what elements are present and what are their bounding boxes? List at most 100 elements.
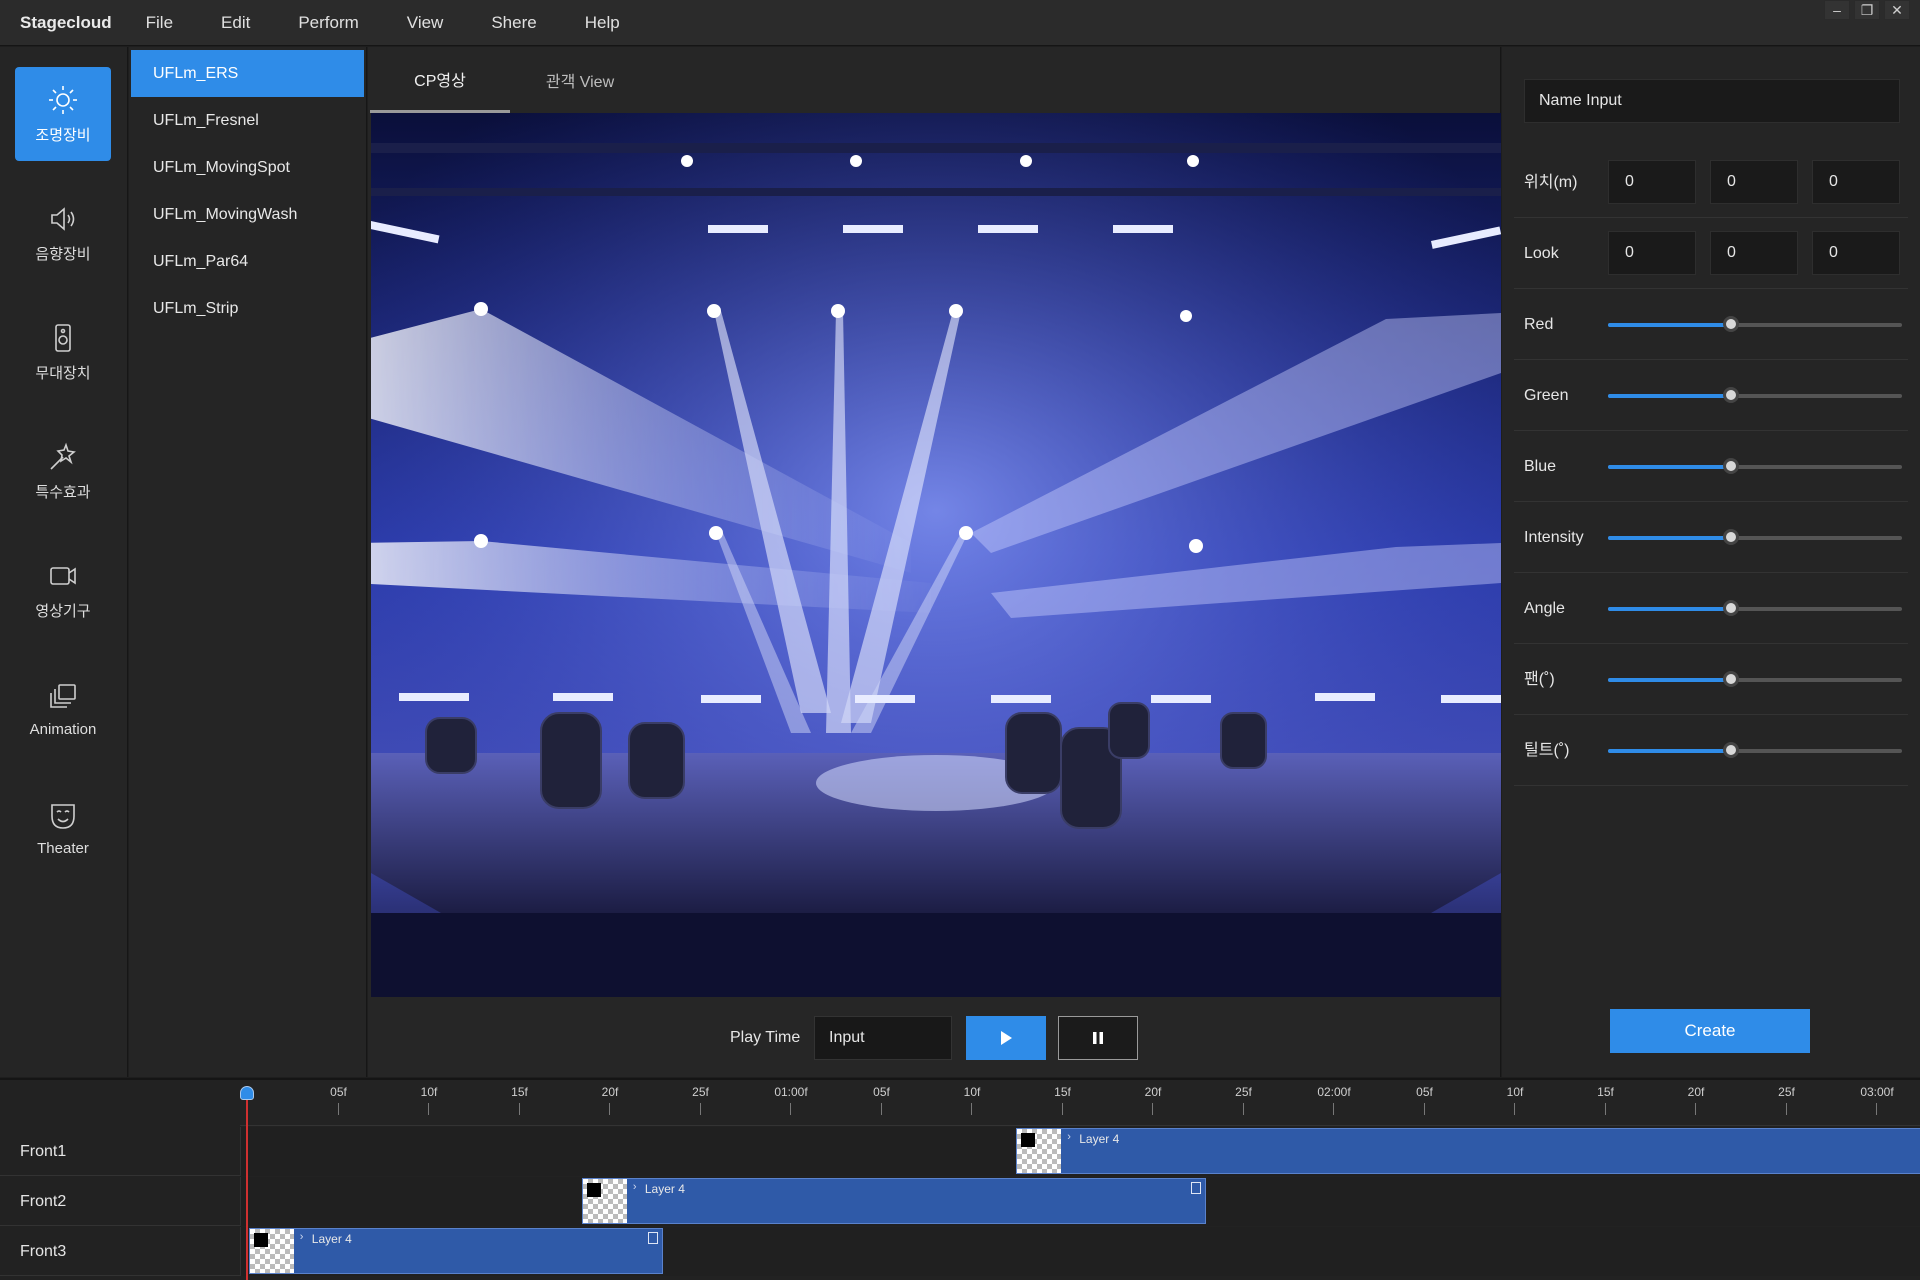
clip-thumbnail bbox=[582, 1179, 627, 1223]
clip-thumbnail bbox=[1017, 1129, 1062, 1173]
restore-icon[interactable]: ❐ bbox=[1854, 0, 1880, 20]
tilt-label: 틸트(˚) bbox=[1524, 742, 1570, 759]
track-name: Front2 bbox=[20, 1193, 67, 1210]
menu-help[interactable]: Help bbox=[585, 13, 620, 33]
minimize-icon[interactable]: – bbox=[1824, 0, 1850, 20]
sidebar-item-special-effects[interactable]: 특수효과 bbox=[15, 424, 111, 518]
menu-share[interactable]: Shere bbox=[491, 13, 536, 33]
position-z-input[interactable] bbox=[1812, 160, 1900, 204]
sidebar-item-stage-device[interactable]: 무대장치 bbox=[15, 305, 111, 399]
play-button[interactable] bbox=[966, 1016, 1046, 1060]
track-front2: Front2 › Layer 4 bbox=[0, 1177, 1920, 1226]
ruler-tick-line bbox=[609, 1103, 610, 1115]
ruler-tick-label: 01:00f bbox=[774, 1085, 808, 1099]
sidebar-item-lighting[interactable]: 조명장비 bbox=[15, 67, 111, 161]
slider-knob[interactable] bbox=[1723, 387, 1740, 403]
pause-icon bbox=[1093, 1032, 1103, 1044]
slider-knob[interactable] bbox=[1723, 600, 1740, 616]
sidebar-item-animation[interactable]: Animation bbox=[15, 662, 111, 756]
fixture-item-movingspot[interactable]: UFLm_MovingSpot bbox=[131, 144, 364, 191]
timeline-clip[interactable]: › Layer 4 bbox=[1016, 1128, 1920, 1174]
chevron-right-icon[interactable]: › bbox=[633, 1181, 637, 1193]
playback-bar: Play Time bbox=[368, 997, 1501, 1077]
tab-audience-view[interactable]: 관객 View bbox=[510, 47, 650, 113]
chevron-right-icon[interactable]: › bbox=[300, 1231, 304, 1243]
tab-cp-video[interactable]: CP영상 bbox=[370, 47, 510, 113]
slider-knob[interactable] bbox=[1723, 742, 1740, 758]
category-sidebar: 조명장비 음향장비 무대장치 특수효과 영상기구 Animation Theat… bbox=[0, 47, 128, 1077]
clip-end-handle[interactable] bbox=[1191, 1182, 1202, 1194]
menu-file[interactable]: File bbox=[146, 13, 173, 33]
angle-slider[interactable] bbox=[1608, 600, 1902, 616]
name-input[interactable] bbox=[1524, 79, 1900, 123]
magic-wand-icon bbox=[50, 442, 76, 470]
play-time-label: Play Time bbox=[730, 1029, 801, 1046]
track-area[interactable]: › Layer 4 bbox=[240, 1177, 1920, 1226]
ruler-tick-label: 10f bbox=[420, 1085, 438, 1099]
menu-view[interactable]: View bbox=[407, 13, 444, 33]
sidebar-item-sound[interactable]: 음향장비 bbox=[15, 186, 111, 280]
slider-knob[interactable] bbox=[1723, 458, 1740, 474]
ruler-tick-line bbox=[1876, 1103, 1877, 1115]
tilt-slider[interactable] bbox=[1608, 742, 1902, 758]
red-slider[interactable] bbox=[1608, 316, 1902, 332]
menu-perform[interactable]: Perform bbox=[298, 13, 358, 33]
intensity-slider[interactable] bbox=[1608, 529, 1902, 545]
ruler-tick-label: 20f bbox=[601, 1085, 619, 1099]
stage-preview[interactable] bbox=[371, 113, 1501, 997]
blue-slider[interactable] bbox=[1608, 458, 1902, 474]
menu-edit[interactable]: Edit bbox=[221, 13, 250, 33]
look-x-input[interactable] bbox=[1608, 231, 1696, 275]
ruler-tick-label: 05f bbox=[330, 1085, 347, 1099]
theater-mask-icon bbox=[51, 803, 75, 829]
ruler-tick-label: 05f bbox=[873, 1085, 890, 1099]
timeline-ruler[interactable]: 05f 10f 15f 20f 25f 01:00f 05f 10f 15f 20f 25f 02:0… bbox=[240, 1080, 1920, 1126]
play-time-input[interactable] bbox=[814, 1016, 952, 1060]
create-button[interactable]: Create bbox=[1610, 1009, 1810, 1053]
position-x-input[interactable] bbox=[1608, 160, 1696, 204]
slider-knob[interactable] bbox=[1723, 316, 1740, 332]
slider-knob[interactable] bbox=[1723, 671, 1740, 687]
slider-fill bbox=[1608, 465, 1732, 469]
fixture-item-par64[interactable]: UFLm_Par64 bbox=[131, 238, 364, 285]
ruler-tick-line bbox=[1152, 1103, 1153, 1115]
properties-panel: 위치(m) Look Red Green Blue Intensity bbox=[1502, 47, 1920, 1077]
intensity-row: Intensity bbox=[1514, 502, 1908, 573]
fixture-item-movingwash[interactable]: UFLm_MovingWash bbox=[131, 191, 364, 238]
ruler-tick-line bbox=[1514, 1103, 1515, 1115]
fixture-item-strip[interactable]: UFLm_Strip bbox=[131, 285, 364, 332]
pan-row: 팬(˚) bbox=[1514, 644, 1908, 715]
ruler-tick-line bbox=[699, 1103, 701, 1115]
track-name: Front3 bbox=[20, 1243, 67, 1260]
chevron-right-icon[interactable]: › bbox=[1067, 1131, 1071, 1143]
track-area[interactable]: › Layer 4 bbox=[240, 1127, 1920, 1176]
menu-bar: Stagecloud File Edit Perform View Shere … bbox=[0, 0, 1920, 46]
track-area[interactable]: › Layer 4 bbox=[240, 1227, 1920, 1276]
timeline-clip[interactable]: › Layer 4 bbox=[248, 1228, 664, 1274]
fixture-item-ers[interactable]: UFLm_ERS bbox=[131, 50, 364, 97]
slider-fill bbox=[1608, 749, 1732, 753]
slider-fill bbox=[1608, 536, 1732, 540]
fixture-list: UFLm_ERS UFLm_Fresnel UFLm_MovingSpot UF… bbox=[129, 47, 367, 1077]
red-row: Red bbox=[1514, 289, 1908, 360]
pause-button[interactable] bbox=[1058, 1016, 1138, 1060]
playhead-handle[interactable] bbox=[240, 1086, 254, 1100]
slider-fill bbox=[1608, 394, 1732, 398]
sidebar-item-theater[interactable]: Theater bbox=[15, 781, 111, 875]
position-y-input[interactable] bbox=[1710, 160, 1798, 204]
ruler-tick-line bbox=[1695, 1103, 1696, 1115]
pan-slider[interactable] bbox=[1608, 671, 1902, 687]
look-z-input[interactable] bbox=[1812, 231, 1900, 275]
slider-knob[interactable] bbox=[1723, 529, 1740, 545]
sidebar-item-video[interactable]: 영상기구 bbox=[15, 543, 111, 637]
clip-end-handle[interactable] bbox=[648, 1232, 659, 1244]
tilt-row: 틸트(˚) bbox=[1514, 715, 1908, 786]
look-y-input[interactable] bbox=[1710, 231, 1798, 275]
ruler-tick-label: 25f bbox=[692, 1085, 709, 1099]
fixture-item-fresnel[interactable]: UFLm_Fresnel bbox=[131, 97, 364, 144]
timeline-clip[interactable]: › Layer 4 bbox=[581, 1178, 1207, 1224]
layers-icon bbox=[50, 683, 76, 708]
close-icon[interactable]: ✕ bbox=[1884, 0, 1910, 20]
look-row: Look bbox=[1514, 218, 1908, 289]
green-slider[interactable] bbox=[1608, 387, 1902, 403]
